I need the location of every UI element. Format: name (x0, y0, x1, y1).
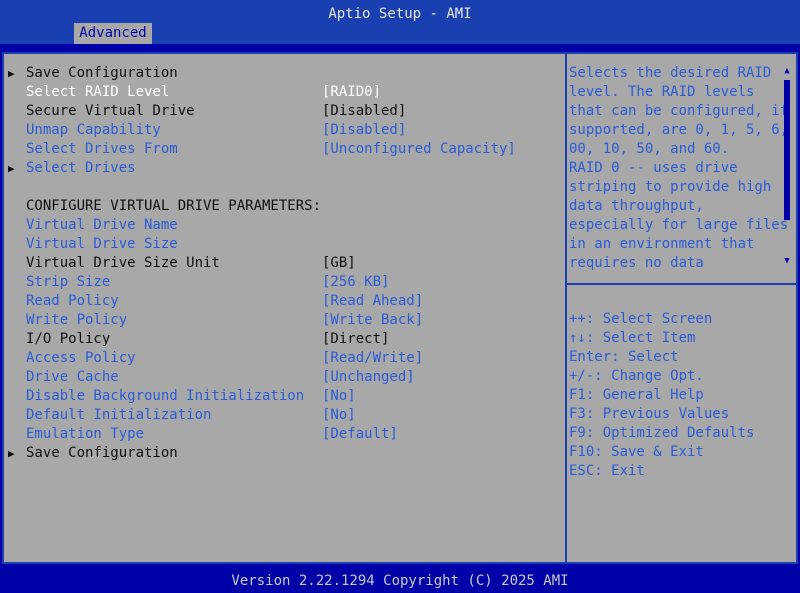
setting-value[interactable]: [Disabled] (322, 102, 406, 121)
help-line: that can be configured, if (569, 103, 789, 119)
submenu-arrow-icon: ▶ (8, 67, 15, 80)
help-line: level. The RAID levels (569, 84, 755, 100)
setting-drive-cache[interactable]: Drive Cache [Unchanged] (4, 368, 560, 387)
setting-value[interactable]: [RAID0] (322, 83, 381, 102)
help-divider (567, 283, 796, 285)
panel-divider (565, 54, 567, 562)
key-help-line: F1: General Help (569, 387, 704, 403)
setting-label: Virtual Drive Name (26, 217, 178, 233)
setting-value[interactable]: [Unchanged] (322, 368, 415, 387)
setting-value[interactable]: [No] (322, 406, 356, 425)
setting-label: I/O Policy (26, 331, 111, 347)
setting-value[interactable]: [Read/Write] (322, 349, 423, 368)
tab-advanced[interactable]: Advanced (74, 23, 152, 44)
setting-label: Emulation Type (26, 426, 145, 442)
key-help-line: ↑↓: Select Item (569, 330, 696, 346)
main-panel: ▶ Save Configuration Select RAID Level [RAI… (2, 52, 798, 564)
setting-save-configuration[interactable]: ▶ Save Configuration (4, 444, 560, 463)
help-line: supported, are 0, 1, 5, 6, (569, 122, 789, 138)
setting-label: Access Policy (26, 350, 136, 366)
setting-configure-virtual-drive-parameters: CONFIGURE VIRTUAL DRIVE PARAMETERS: (4, 197, 560, 216)
setting-label: Secure Virtual Drive (26, 103, 195, 119)
help-line: requires no data (569, 255, 704, 271)
setting-label: Select Drives (26, 160, 136, 176)
setting-emulation-type[interactable]: Emulation Type [Default] (4, 425, 560, 444)
setting-strip-size[interactable]: Strip Size [256 KB] (4, 273, 560, 292)
help-line: RAID 0 -- uses drive (569, 160, 738, 176)
setting-label: Write Policy (26, 312, 128, 328)
key-help-line: F9: Optimized Defaults (569, 425, 755, 441)
key-help-line: F10: Save & Exit (569, 444, 704, 460)
help-line: in an environment that (569, 236, 755, 252)
setting-virtual-drive-size[interactable]: Virtual Drive Size (4, 235, 560, 254)
header-bar: Aptio Setup - AMI Advanced (0, 0, 800, 44)
app-title: Aptio Setup - AMI (328, 6, 472, 22)
setting-access-policy[interactable]: Access Policy [Read/Write] (4, 349, 560, 368)
setting-value[interactable]: [256 KB] (322, 273, 389, 292)
key-help-list: ++: Select Screen ↑↓: Select Item Enter: S… (569, 310, 754, 481)
setting-value[interactable]: [Default] (322, 425, 398, 444)
footer-version: Version 2.22.1294 Copyright (C) 2025 AMI (231, 573, 569, 589)
setting-write-policy[interactable]: Write Policy [Write Back] (4, 311, 560, 330)
help-line: data throughput, (569, 198, 704, 214)
scroll-down-icon[interactable]: ▼ (782, 256, 792, 266)
setting-value[interactable]: [Direct] (322, 330, 389, 349)
setting-save-configuration[interactable]: ▶ Save Configuration (4, 64, 560, 83)
setting-value[interactable]: [Disabled] (322, 121, 406, 140)
setting-value[interactable]: [No] (322, 387, 356, 406)
setting-label: Read Policy (26, 293, 119, 309)
setting-read-policy[interactable]: Read Policy [Read Ahead] (4, 292, 560, 311)
setting-unmap-capability[interactable]: Unmap Capability [Disabled] (4, 121, 560, 140)
key-help-line: +/-: Change Opt. (569, 368, 704, 384)
setting-select-raid-level[interactable]: Select RAID Level [RAID0] (4, 83, 560, 102)
setting-label: Disable Background Initialization (26, 388, 305, 404)
key-help-line: ESC: Exit (569, 463, 645, 479)
key-help-line: F3: Previous Values (569, 406, 730, 422)
setting-value[interactable]: [GB] (322, 254, 356, 273)
help-scrollbar[interactable]: ▲ ▼ (782, 64, 792, 268)
setting-label: Virtual Drive Size (26, 236, 178, 252)
help-line: especially for large files (569, 217, 789, 233)
setting-virtual-drive-name[interactable]: Virtual Drive Name (4, 216, 560, 235)
setting-label: Unmap Capability (26, 122, 161, 138)
setting-label: Default Initialization (26, 407, 212, 423)
setting-label: CONFIGURE VIRTUAL DRIVE PARAMETERS: (26, 198, 322, 214)
help-description: Selects the desired RAID level. The RAID … (569, 64, 789, 273)
setting-value[interactable]: [Read Ahead] (322, 292, 423, 311)
spacer-row (4, 178, 560, 197)
setting-label: Save Configuration (26, 65, 178, 81)
help-line: Selects the desired RAID (569, 65, 772, 81)
setting-virtual-drive-size-unit[interactable]: Virtual Drive Size Unit [GB] (4, 254, 560, 273)
setting-disable-background-initialization[interactable]: Disable Background Initialization [No] (4, 387, 560, 406)
setting-label: Virtual Drive Size Unit (26, 255, 220, 271)
setting-select-drives[interactable]: ▶ Select Drives (4, 159, 560, 178)
setting-label: Save Configuration (26, 445, 178, 461)
scroll-thumb[interactable] (784, 80, 790, 220)
submenu-arrow-icon: ▶ (8, 162, 15, 175)
help-line: 00, 10, 50, and 60. (569, 141, 730, 157)
setting-label: Select Drives From (26, 141, 178, 157)
scroll-up-icon[interactable]: ▲ (782, 66, 792, 76)
setting-label: Select RAID Level (26, 84, 170, 100)
help-line: striping to provide high (569, 179, 772, 195)
key-help-line: ++: Select Screen (569, 311, 713, 327)
submenu-arrow-icon: ▶ (8, 447, 15, 460)
setting-value[interactable]: [Write Back] (322, 311, 423, 330)
setting-label: Strip Size (26, 274, 111, 290)
key-help-line: Enter: Select (569, 349, 679, 365)
setting-default-initialization[interactable]: Default Initialization [No] (4, 406, 560, 425)
setting-secure-virtual-drive[interactable]: Secure Virtual Drive [Disabled] (4, 102, 560, 121)
setting-i-o-policy[interactable]: I/O Policy [Direct] (4, 330, 560, 349)
setting-select-drives-from[interactable]: Select Drives From [Unconfigured Capacity… (4, 140, 560, 159)
setting-value[interactable]: [Unconfigured Capacity] (322, 140, 516, 159)
setting-label: Drive Cache (26, 369, 119, 385)
